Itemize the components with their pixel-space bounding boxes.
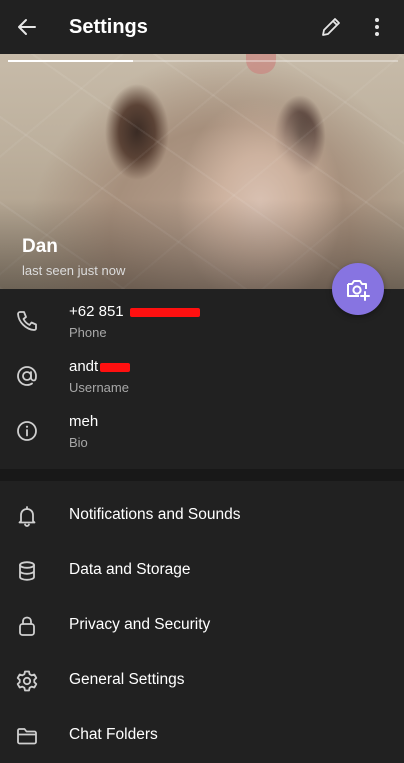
- arrow-left-icon[interactable]: [14, 14, 40, 40]
- bio-value: meh: [69, 413, 99, 430]
- bio-label: Bio: [69, 435, 88, 450]
- menu-item-label: Privacy and Security: [69, 616, 211, 633]
- pencil-icon[interactable]: [318, 14, 344, 40]
- lock-icon: [14, 613, 40, 639]
- more-vertical-icon[interactable]: [364, 14, 390, 40]
- info-icon: [14, 418, 40, 444]
- menu-item-general[interactable]: General Settings: [0, 654, 404, 709]
- username-label: Username: [69, 380, 129, 395]
- photo-progress-bar: [8, 60, 398, 62]
- menu-item-label: Notifications and Sounds: [69, 506, 241, 523]
- menu-item-data-storage[interactable]: Data and Storage: [0, 544, 404, 599]
- phone-value: +62 851: [69, 303, 200, 320]
- page-title: Settings: [69, 16, 148, 38]
- at-icon: [14, 363, 40, 389]
- profile-status: last seen just now: [22, 263, 126, 278]
- menu-item-privacy[interactable]: Privacy and Security: [0, 599, 404, 654]
- menu-item-chat-folders[interactable]: Chat Folders: [0, 709, 404, 763]
- settings-menu: Notifications and Sounds Data and Storag…: [0, 481, 404, 763]
- bell-icon: [14, 503, 40, 529]
- bio-row[interactable]: meh Bio: [0, 412, 404, 468]
- phone-icon: [14, 308, 40, 334]
- menu-item-notifications[interactable]: Notifications and Sounds: [0, 489, 404, 544]
- redaction-mark: [100, 362, 131, 372]
- menu-item-label: General Settings: [69, 671, 185, 688]
- profile-info: +62 851 Phone andt Username meh Bio: [0, 289, 404, 469]
- redaction-mark: [129, 307, 200, 317]
- section-divider: [0, 469, 404, 481]
- database-icon: [14, 558, 40, 584]
- set-photo-button[interactable]: [332, 263, 384, 315]
- top-bar: Settings: [0, 0, 404, 54]
- profile-name: Dan: [22, 236, 58, 257]
- menu-item-label: Chat Folders: [69, 726, 158, 743]
- menu-item-label: Data and Storage: [69, 561, 191, 578]
- phone-label: Phone: [69, 325, 107, 340]
- camera-add-icon: [347, 280, 370, 301]
- username-value: andt: [69, 358, 131, 375]
- photo-progress-fill: [8, 60, 133, 62]
- folder-icon: [14, 723, 40, 749]
- profile-photo[interactable]: Dan last seen just now: [0, 54, 404, 289]
- username-row[interactable]: andt Username: [0, 357, 404, 413]
- gear-icon: [14, 668, 40, 694]
